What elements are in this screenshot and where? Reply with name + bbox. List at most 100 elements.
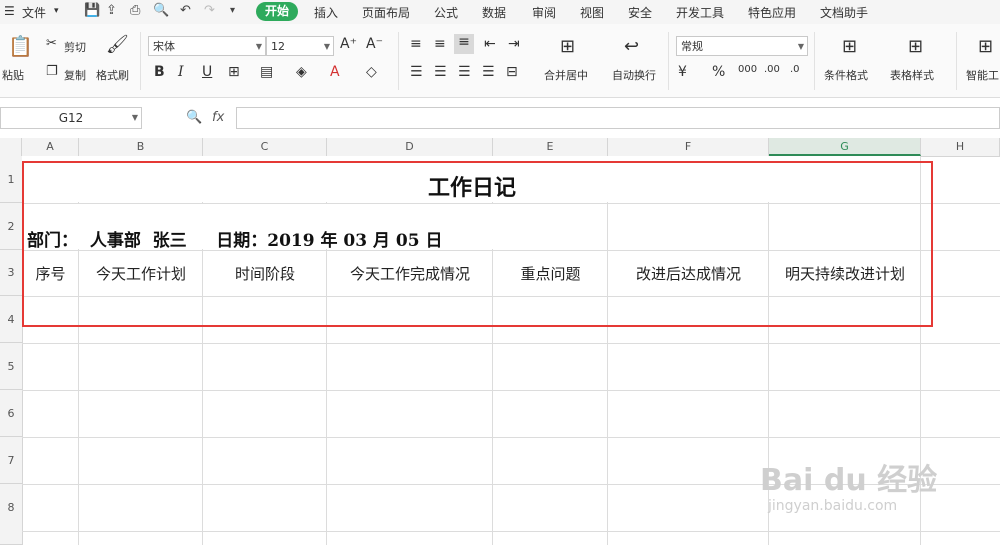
paste-icon[interactable]: 📋 [8, 34, 33, 58]
print-icon[interactable]: ⎙ [130, 3, 140, 18]
tab-page-layout[interactable]: 页面布局 [362, 4, 410, 21]
customize-icon[interactable]: ▾ [230, 5, 235, 16]
chevron-down-icon[interactable]: ▾ [54, 6, 59, 16]
format-painter-button[interactable]: 格式刷 [96, 67, 129, 83]
tab-insert[interactable]: 插入 [314, 4, 338, 21]
merge-center-icon[interactable]: ⊞ [560, 36, 575, 57]
grid-line [22, 343, 1000, 344]
fx-label[interactable]: fx [212, 110, 224, 125]
border-icon[interactable]: ⊞ [228, 64, 240, 80]
thousands-icon[interactable]: 000 [738, 64, 757, 75]
row-header-6[interactable]: 6 [0, 390, 22, 437]
font-name-select[interactable]: 宋体 ▼ [148, 36, 266, 56]
paste-button[interactable]: 粘贴 [2, 67, 24, 83]
distribute-icon[interactable]: ⊟ [506, 64, 518, 80]
table-style-button[interactable]: 表格样式 [890, 67, 934, 83]
ribbon-separator [668, 32, 669, 90]
smart-tools-icon[interactable]: ⊞ [978, 36, 993, 57]
row-header-4[interactable]: 4 [0, 296, 22, 343]
save-icon[interactable]: 💾 [84, 3, 100, 18]
tab-home[interactable]: 开始 [256, 2, 298, 21]
percent-icon[interactable]: % [712, 64, 725, 80]
justify-icon[interactable]: ☰ [482, 64, 495, 80]
grid-line [22, 390, 1000, 391]
tab-developer[interactable]: 开发工具 [676, 4, 724, 21]
decrease-font-icon[interactable]: A⁻ [366, 36, 383, 52]
merge-center-button[interactable]: 合并居中 [544, 67, 588, 83]
align-top-icon[interactable]: ≡ [410, 36, 422, 52]
ribbon: 📋 粘贴 ✂ 剪切 ❐ 复制 🖌 格式刷 宋体 ▼ 12 ▼ A⁺ A⁻ B I… [0, 24, 1000, 98]
column-header-h[interactable]: H [921, 138, 1000, 156]
eraser-icon[interactable]: ◇ [366, 64, 377, 80]
hamburger-icon[interactable]: ☰ [4, 4, 15, 18]
column-header-a[interactable]: A [22, 138, 79, 156]
fill-color-icon[interactable]: ◈ [296, 64, 307, 80]
row-header-1[interactable]: 1 [0, 156, 22, 203]
column-header-b[interactable]: B [79, 138, 203, 156]
conditional-format-icon[interactable]: ⊞ [842, 36, 857, 57]
tab-formulas[interactable]: 公式 [434, 4, 458, 21]
grid-line [22, 437, 1000, 438]
table-style-icon[interactable]: ⊞ [908, 36, 923, 57]
currency-icon[interactable]: ¥ [678, 64, 687, 80]
font-size-select[interactable]: 12 ▼ [266, 36, 334, 56]
tab-doc-assistant[interactable]: 文档助手 [820, 4, 868, 21]
font-name-value: 宋体 [153, 40, 175, 53]
chevron-down-icon: ▼ [131, 113, 138, 122]
copy-button[interactable]: 复制 [64, 67, 86, 83]
bold-icon[interactable]: B [154, 64, 165, 80]
outdent-icon[interactable]: ⇤ [484, 36, 496, 52]
increase-decimal-icon[interactable]: .00 [764, 64, 780, 75]
tab-security[interactable]: 安全 [628, 4, 652, 21]
indent-icon[interactable]: ⇥ [508, 36, 520, 52]
column-header-d[interactable]: D [327, 138, 493, 156]
tab-view[interactable]: 视图 [580, 4, 604, 21]
tab-data[interactable]: 数据 [482, 4, 506, 21]
italic-icon[interactable]: I [178, 64, 184, 80]
format-painter-icon[interactable]: 🖌 [106, 34, 129, 55]
export-icon[interactable]: ⇪ [106, 3, 117, 18]
highlight-annotation-box [22, 161, 933, 327]
smart-tools-button[interactable]: 智能工 [966, 67, 999, 83]
align-bottom-icon[interactable]: ≡ [454, 34, 474, 54]
tab-features[interactable]: 特色应用 [748, 4, 796, 21]
column-header-c[interactable]: C [203, 138, 327, 156]
row-header-2[interactable]: 2 [0, 203, 22, 250]
align-right-icon[interactable]: ☰ [458, 64, 471, 80]
align-center-icon[interactable]: ☰ [434, 64, 447, 80]
zoom-icon[interactable]: 🔍 [186, 110, 202, 125]
ribbon-separator [398, 32, 399, 90]
row-header-8[interactable]: 8 [0, 484, 22, 545]
font-color-icon[interactable]: A [330, 64, 340, 80]
copy-icon[interactable]: ❐ [46, 64, 58, 79]
tab-review[interactable]: 审阅 [532, 4, 556, 21]
select-all-corner[interactable] [0, 138, 22, 156]
ribbon-separator [814, 32, 815, 90]
fill-table-icon[interactable]: ▤ [260, 64, 273, 80]
undo-icon[interactable]: ↶ [180, 3, 191, 18]
row-header-5[interactable]: 5 [0, 343, 22, 390]
ribbon-separator [140, 32, 141, 90]
scissors-icon[interactable]: ✂ [46, 36, 57, 51]
menu-bar: ☰ 文件 ▾ 💾 ⇪ ⎙ 🔍 ↶ ↷ ▾ 开始 插入 页面布局 公式 数据 审阅… [0, 0, 1000, 24]
number-format-select[interactable]: 常规 ▼ [676, 36, 808, 56]
column-header-f[interactable]: F [608, 138, 769, 156]
underline-icon[interactable]: U [202, 64, 212, 80]
wrap-text-icon[interactable]: ↩ [624, 36, 639, 57]
redo-icon[interactable]: ↷ [204, 3, 215, 18]
column-header-e[interactable]: E [493, 138, 608, 156]
align-middle-icon[interactable]: ≡ [434, 36, 446, 52]
formula-input[interactable] [236, 107, 1000, 129]
wrap-text-button[interactable]: 自动换行 [612, 67, 656, 83]
column-header-g[interactable]: G [769, 138, 921, 156]
print-preview-icon[interactable]: 🔍 [153, 3, 169, 18]
conditional-format-button[interactable]: 条件格式 [824, 67, 868, 83]
cut-button[interactable]: 剪切 [64, 39, 86, 55]
increase-font-icon[interactable]: A⁺ [340, 36, 357, 52]
row-header-3[interactable]: 3 [0, 250, 22, 296]
align-left-icon[interactable]: ☰ [410, 64, 423, 80]
row-header-7[interactable]: 7 [0, 437, 22, 484]
name-box[interactable]: G12 ▼ [0, 107, 142, 129]
decrease-decimal-icon[interactable]: .0 [790, 64, 800, 75]
file-menu[interactable]: 文件 [22, 4, 46, 21]
